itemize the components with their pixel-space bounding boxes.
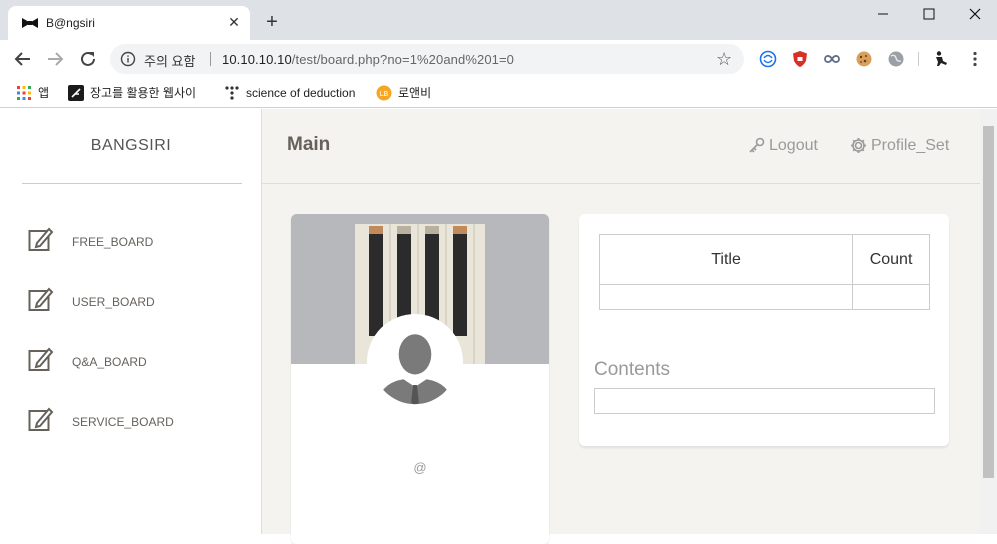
bookmark-science-of-deduction[interactable]: science of deduction bbox=[224, 82, 360, 104]
user-avatar-icon[interactable] bbox=[367, 314, 463, 410]
reload-icon[interactable] bbox=[79, 50, 97, 68]
lawnb-icon: LB bbox=[376, 85, 392, 101]
page-content: BANGSIRI FREE_BOARD USER_BOARD Q&A_BOARD bbox=[0, 109, 997, 544]
profile-settings-link[interactable]: Profile_Set bbox=[850, 137, 960, 157]
feather-icon bbox=[68, 84, 84, 101]
sidebar-item-label: SERVICE_BOARD bbox=[72, 415, 174, 429]
sync-extension-icon[interactable] bbox=[759, 50, 777, 68]
profile-figure-icon[interactable] bbox=[932, 50, 950, 68]
browser-tab[interactable]: B@ngsiri ✕ bbox=[8, 6, 250, 40]
sidebar-divider bbox=[22, 183, 242, 184]
address-bar[interactable]: 주의 요함 10.10.10.10/test/board.php?no=1%20… bbox=[110, 44, 744, 74]
page-scrollbar[interactable] bbox=[980, 109, 997, 534]
tab-close-icon[interactable]: ✕ bbox=[226, 14, 242, 30]
top-navbar: Main Logout Profile_Set bbox=[262, 109, 980, 184]
window-minimize-button[interactable] bbox=[860, 2, 906, 26]
scrollbar-thumb[interactable] bbox=[983, 126, 994, 478]
bookmarks-bar: 앱 장고를 활용한 웹사이 science of deduction LB 로앤… bbox=[0, 78, 997, 108]
more-menu-icon[interactable] bbox=[966, 50, 984, 68]
bookmark-star-icon[interactable]: ☆ bbox=[716, 49, 732, 70]
svg-text:LB: LB bbox=[380, 90, 389, 98]
bookmark-django[interactable]: 장고를 활용한 웹사이 bbox=[68, 82, 204, 104]
sidebar-item-service-board[interactable]: SERVICE_BOARD bbox=[28, 406, 248, 436]
gear-icon bbox=[851, 138, 866, 153]
logout-label: Logout bbox=[769, 137, 818, 154]
window-close-button[interactable] bbox=[952, 2, 997, 26]
new-tab-button[interactable]: + bbox=[262, 12, 282, 32]
contents-box bbox=[594, 388, 935, 414]
browser-tab-strip: B@ngsiri ✕ + bbox=[0, 0, 997, 40]
table-cell-title bbox=[598, 284, 854, 310]
edit-icon bbox=[28, 407, 54, 431]
contents-label: Contents bbox=[594, 359, 671, 380]
back-arrow-icon[interactable] bbox=[14, 50, 32, 68]
bookmark-label: 로앤비 bbox=[398, 86, 432, 100]
sidebar-item-user-board[interactable]: USER_BOARD bbox=[28, 286, 248, 316]
edit-icon bbox=[28, 347, 54, 371]
window-maximize-button[interactable] bbox=[906, 2, 952, 26]
forward-arrow-icon[interactable] bbox=[46, 50, 64, 68]
infinity-extension-icon[interactable] bbox=[823, 50, 841, 68]
sidebar: BANGSIRI FREE_BOARD USER_BOARD Q&A_BOARD bbox=[0, 109, 262, 534]
sidebar-item-label: FREE_BOARD bbox=[72, 235, 154, 249]
column-header-title: Title bbox=[598, 234, 854, 285]
profile-card: @ bbox=[291, 214, 549, 544]
bookmark-label: science of deduction bbox=[246, 86, 356, 100]
sidebar-item-label: Q&A_BOARD bbox=[72, 355, 147, 369]
sidebar-item-qa-board[interactable]: Q&A_BOARD bbox=[28, 346, 248, 376]
cookie-extension-icon[interactable] bbox=[855, 50, 873, 68]
url-host: 10.10.10.10 bbox=[222, 52, 292, 67]
page-title[interactable]: Main bbox=[287, 134, 330, 156]
logout-link[interactable]: Logout bbox=[748, 137, 828, 157]
globe-extension-icon[interactable] bbox=[887, 50, 905, 68]
board-card: Title Count Contents bbox=[579, 214, 949, 446]
key-icon bbox=[749, 137, 765, 153]
shield-extension-icon[interactable] bbox=[791, 50, 809, 68]
sidebar-item-label: USER_BOARD bbox=[72, 295, 155, 309]
security-warning-label[interactable]: 주의 요함 bbox=[144, 51, 195, 70]
edit-icon bbox=[28, 227, 54, 251]
apps-grid-icon bbox=[17, 85, 31, 100]
address-separator bbox=[210, 52, 211, 66]
user-handle: @ bbox=[413, 460, 427, 475]
edit-icon bbox=[28, 287, 54, 311]
dots-icon bbox=[225, 86, 239, 100]
profile-settings-label: Profile_Set bbox=[871, 137, 950, 154]
column-header-count: Count bbox=[852, 234, 930, 285]
bookmark-lawnb[interactable]: LB 로앤비 bbox=[376, 82, 431, 104]
toolbar-divider bbox=[918, 52, 919, 66]
bookmark-label: 장고를 활용한 웹사이 bbox=[90, 86, 197, 100]
bookmark-label: 앱 bbox=[38, 86, 50, 100]
table-cell-count bbox=[852, 284, 930, 310]
board-table: Title Count bbox=[598, 234, 930, 310]
bookmark-apps[interactable]: 앱 bbox=[16, 82, 49, 104]
brand-logo[interactable]: BANGSIRI bbox=[0, 137, 262, 155]
browser-toolbar: 주의 요함 10.10.10.10/test/board.php?no=1%20… bbox=[0, 40, 997, 78]
bowtie-favicon-icon bbox=[22, 18, 38, 28]
sidebar-item-free-board[interactable]: FREE_BOARD bbox=[28, 226, 248, 256]
url-text[interactable]: 10.10.10.10/test/board.php?no=1%20and%20… bbox=[222, 52, 514, 67]
info-icon[interactable] bbox=[120, 51, 136, 67]
url-path: /test/board.php?no=1%20and%201=0 bbox=[291, 52, 515, 67]
table-header-row: Title Count bbox=[598, 234, 930, 285]
tab-title: B@ngsiri bbox=[46, 16, 95, 30]
table-row[interactable] bbox=[598, 284, 930, 310]
